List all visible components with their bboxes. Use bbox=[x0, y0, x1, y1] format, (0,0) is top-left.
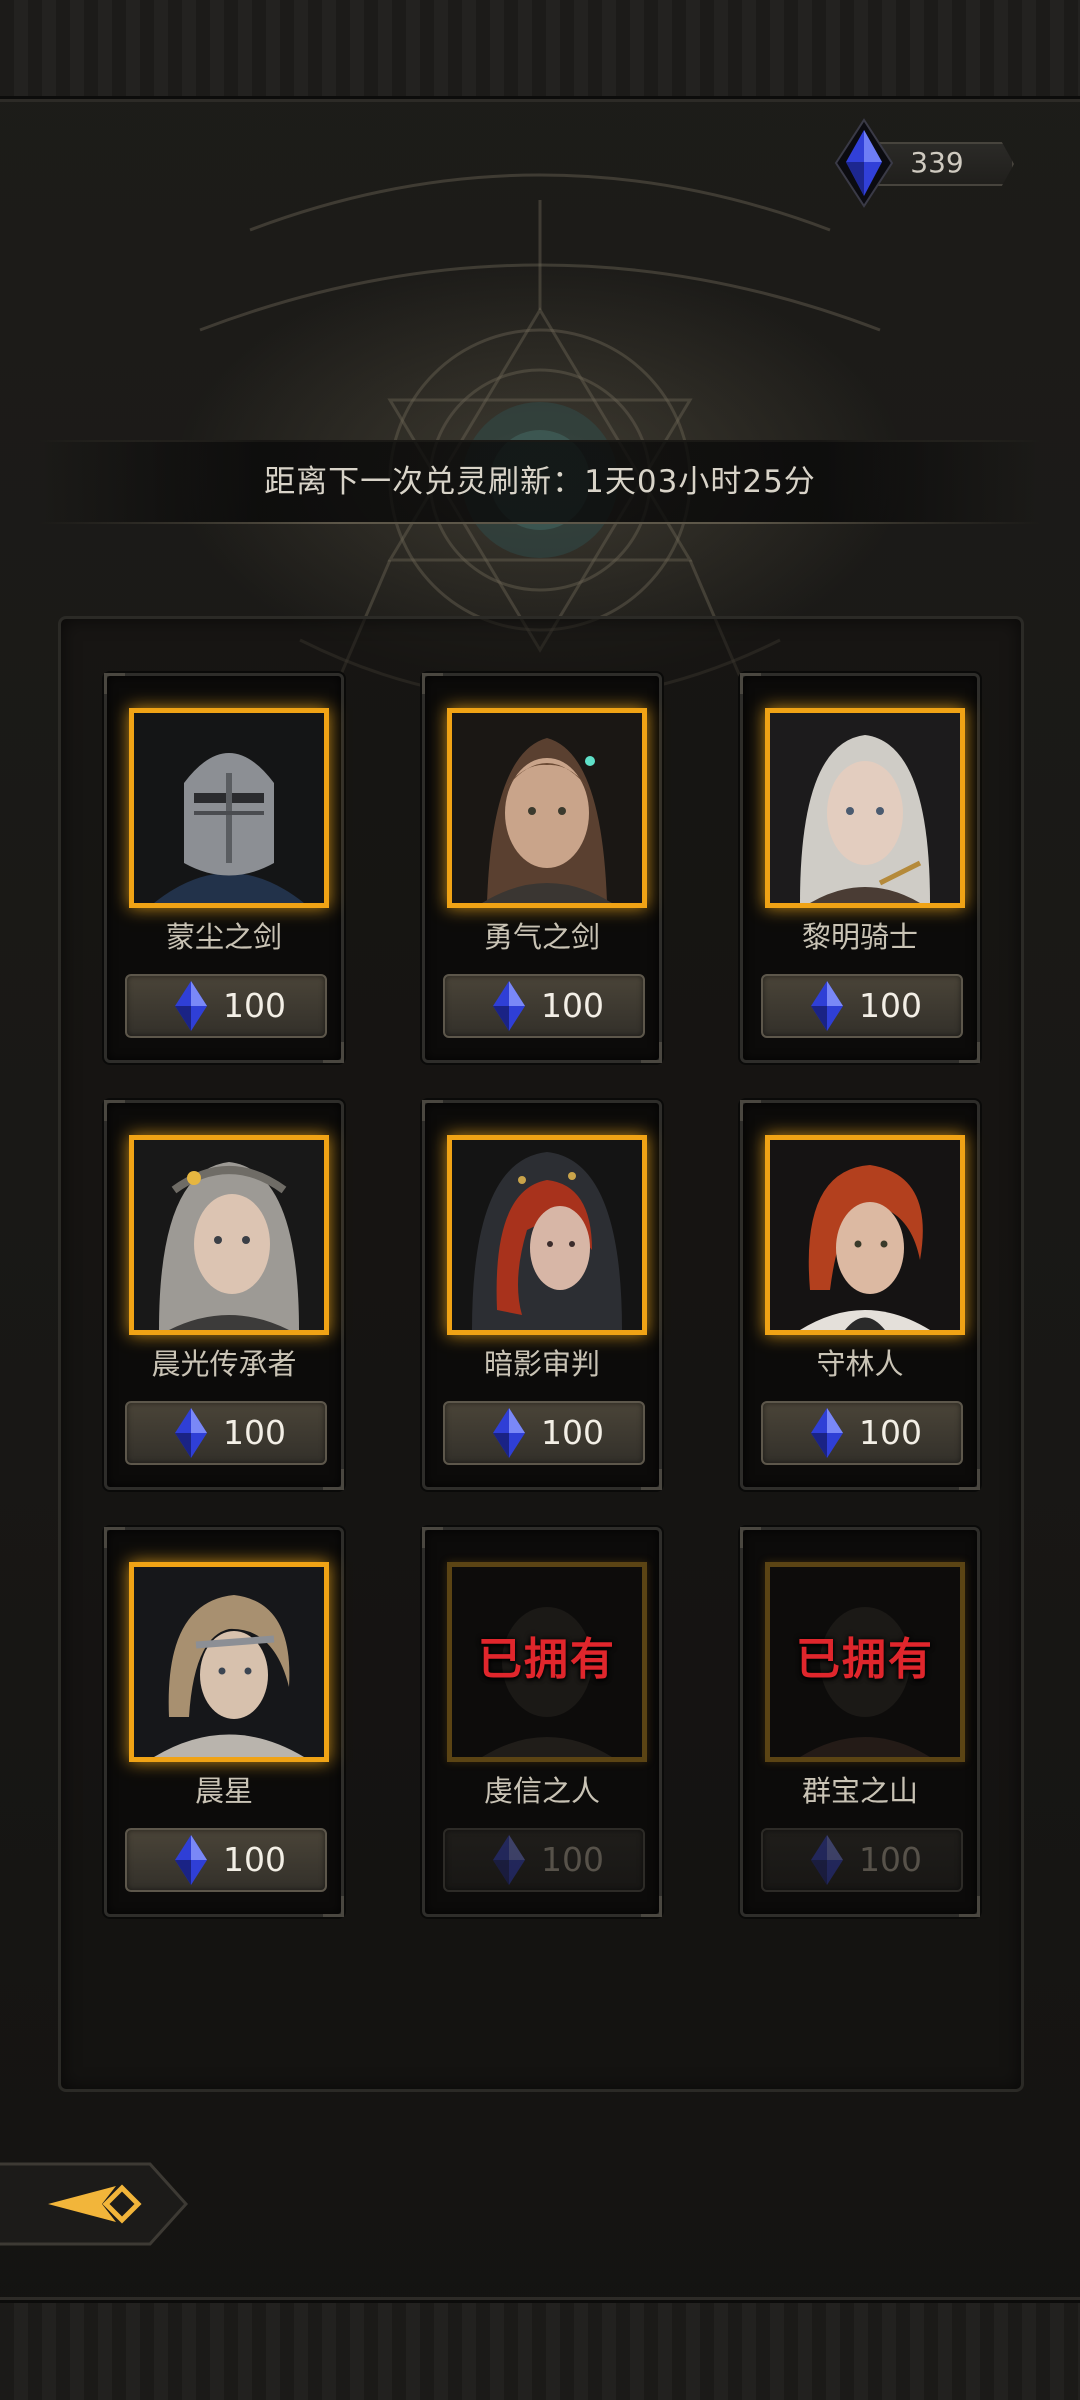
hero-card-owned: 已拥有 群宝之山 100 bbox=[740, 1527, 980, 1917]
timer-bottom-rule bbox=[40, 522, 1040, 524]
price-value: 100 bbox=[859, 1413, 922, 1452]
hero-card[interactable]: 黎明骑士 100 bbox=[740, 673, 980, 1063]
buy-button[interactable]: 100 bbox=[125, 1828, 327, 1892]
hero-card[interactable]: 勇气之剑 100 bbox=[422, 673, 662, 1063]
hero-portrait bbox=[129, 708, 329, 908]
refresh-timer-banner: 距离下一次兑灵刷新：1天03小时25分 bbox=[40, 440, 1040, 524]
hero-name: 黎明骑士 bbox=[801, 920, 918, 954]
buy-button[interactable]: 100 bbox=[761, 974, 963, 1038]
back-arrow-icon bbox=[0, 2162, 189, 2246]
back-button[interactable] bbox=[0, 2156, 190, 2252]
buy-button[interactable]: 100 bbox=[443, 974, 645, 1038]
hooded-red-haired-portrait bbox=[452, 1140, 642, 1330]
hero-portrait bbox=[447, 1135, 647, 1335]
blue-crystal-icon bbox=[832, 118, 896, 212]
hero-portrait bbox=[447, 708, 647, 908]
price-value: 100 bbox=[541, 1840, 604, 1879]
buy-button[interactable]: 100 bbox=[125, 1401, 327, 1465]
hero-name: 勇气之剑 bbox=[483, 920, 600, 954]
hero-name: 虔信之人 bbox=[483, 1774, 600, 1808]
price-value: 100 bbox=[541, 1413, 604, 1452]
helmeted-knight-portrait bbox=[134, 713, 324, 903]
price-value: 100 bbox=[541, 986, 604, 1025]
hero-name: 暗影审判 bbox=[483, 1347, 600, 1381]
hero-portrait bbox=[765, 1135, 965, 1335]
hero-name: 群宝之山 bbox=[801, 1774, 918, 1808]
blonde-fur-collar-portrait bbox=[134, 1567, 324, 1757]
red-haired-ranger-portrait bbox=[770, 1140, 960, 1330]
white-haired-knight-portrait bbox=[770, 713, 960, 903]
silver-haired-heir-portrait bbox=[134, 1140, 324, 1330]
refresh-timer-text: 距离下一次兑灵刷新：1天03小时25分 bbox=[264, 464, 816, 500]
price-value: 100 bbox=[223, 1413, 286, 1452]
blue-crystal-icon bbox=[173, 1833, 209, 1891]
owned-label: 已拥有 bbox=[796, 1634, 934, 1685]
hero-card[interactable]: 暗影审判 100 bbox=[422, 1100, 662, 1490]
blue-crystal-icon bbox=[491, 979, 527, 1037]
hero-card[interactable]: 晨星 100 bbox=[104, 1527, 344, 1917]
buy-button[interactable]: 100 bbox=[761, 1401, 963, 1465]
hero-card[interactable]: 蒙尘之剑 100 bbox=[104, 673, 344, 1063]
hero-portrait bbox=[765, 708, 965, 908]
hero-card[interactable]: 守林人 100 bbox=[740, 1100, 980, 1490]
blue-crystal-icon bbox=[491, 1833, 527, 1891]
hero-card-owned: 已拥有 虔信之人 100 bbox=[422, 1527, 662, 1917]
hero-name: 守林人 bbox=[816, 1347, 904, 1381]
hero-name: 晨星 bbox=[194, 1774, 253, 1808]
buy-button[interactable]: 100 bbox=[443, 1401, 645, 1465]
price-value: 100 bbox=[859, 986, 922, 1025]
blue-crystal-icon bbox=[491, 1406, 527, 1464]
hero-name: 晨光传承者 bbox=[151, 1347, 297, 1381]
hero-portrait: 已拥有 bbox=[765, 1562, 965, 1762]
buy-button-disabled: 100 bbox=[443, 1828, 645, 1892]
bottom-ornament-frame bbox=[0, 2300, 1080, 2400]
hero-name: 蒙尘之剑 bbox=[165, 920, 282, 954]
buy-button-disabled: 100 bbox=[761, 1828, 963, 1892]
blue-crystal-icon bbox=[809, 1833, 845, 1891]
owned-label: 已拥有 bbox=[478, 1634, 616, 1685]
blue-crystal-icon bbox=[809, 979, 845, 1037]
blue-crystal-icon bbox=[173, 979, 209, 1037]
brown-haired-warrior-portrait bbox=[452, 713, 642, 903]
hero-portrait bbox=[129, 1135, 329, 1335]
price-value: 100 bbox=[223, 1840, 286, 1879]
buy-button[interactable]: 100 bbox=[125, 974, 327, 1038]
blue-crystal-icon bbox=[809, 1406, 845, 1464]
price-value: 100 bbox=[223, 986, 286, 1025]
exchange-screen: 339 距离下一次兑灵刷新：1天03小时25分 蒙尘之剑 100 勇气之剑 10… bbox=[0, 0, 1080, 2400]
hero-portrait: 已拥有 bbox=[447, 1562, 647, 1762]
crystal-currency-display: 339 bbox=[832, 118, 1028, 208]
hero-portrait bbox=[129, 1562, 329, 1762]
hero-card[interactable]: 晨光传承者 100 bbox=[104, 1100, 344, 1490]
price-value: 100 bbox=[859, 1840, 922, 1879]
blue-crystal-icon bbox=[173, 1406, 209, 1464]
